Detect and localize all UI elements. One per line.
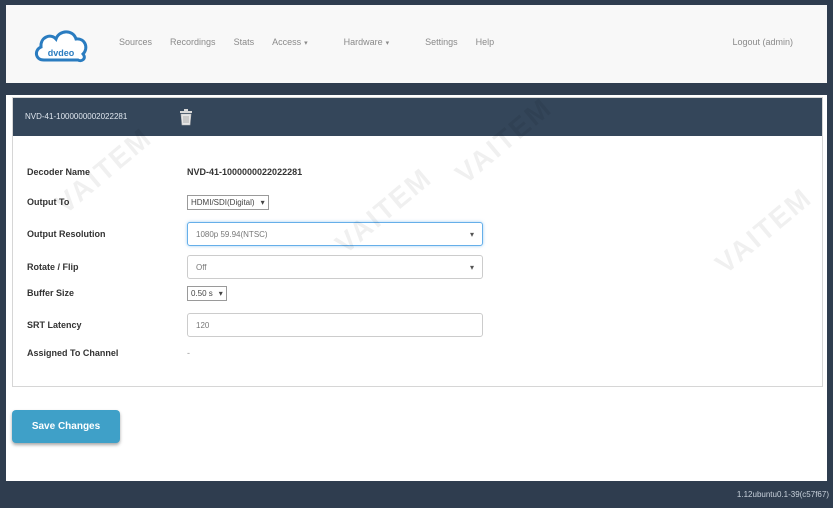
srt-latency-row: SRT Latency 120 <box>27 313 483 337</box>
nav-item-access-label: Access <box>272 37 302 47</box>
nav-item-hardware[interactable]: Hardware ▾ <box>344 37 408 47</box>
rotate-flip-select[interactable]: Off ▾ <box>187 255 483 279</box>
nav-item-access[interactable]: Access ▾ <box>272 37 326 47</box>
output-to-row: Output To HDMI/SDI(Digital) ▾ <box>27 192 269 212</box>
assigned-channel-row: Assigned To Channel - <box>27 343 190 363</box>
srt-latency-input[interactable]: 120 <box>187 313 483 337</box>
output-to-label: Output To <box>27 197 70 207</box>
nav-item-recordings[interactable]: Recordings <box>170 37 216 47</box>
navbar-divider <box>6 83 827 95</box>
decoder-name-value: NVD-41-1000000022022281 <box>187 167 303 177</box>
buffer-size-label: Buffer Size <box>27 288 75 298</box>
decoder-panel: NVD-41-1000000002022281 Decoder Name NVD… <box>12 97 823 387</box>
nav-item-sources[interactable]: Sources <box>119 37 152 47</box>
buffer-size-row: Buffer Size 0.50 s ▾ <box>27 283 227 303</box>
save-changes-button[interactable]: Save Changes <box>12 410 120 443</box>
output-resolution-label: Output Resolution <box>27 229 106 239</box>
logout-link[interactable]: Logout (admin) <box>732 37 793 47</box>
buffer-size-select[interactable]: 0.50 s ▾ <box>187 285 227 301</box>
chevron-down-icon: ▾ <box>469 229 474 239</box>
app-window: dvdeo Sources Recordings Stats Access ▾ H… <box>6 5 827 481</box>
nav-menu: Sources Recordings Stats Access ▾ Hardwar… <box>119 37 512 47</box>
chevron-down-icon: ▾ <box>304 40 308 47</box>
chevron-down-icon: ▾ <box>218 288 223 298</box>
nav-item-stats[interactable]: Stats <box>234 37 255 47</box>
logo-text: dvdeo <box>48 48 75 58</box>
footer-bar: 1.12ubuntu0.1-39(c57f67) <box>0 481 833 508</box>
assigned-channel-value: - <box>187 348 190 358</box>
rotate-flip-label: Rotate / Flip <box>27 262 79 272</box>
assigned-channel-label: Assigned To Channel <box>27 348 119 358</box>
output-resolution-row: Output Resolution 1080p 59.94(NTSC) ▾ <box>27 221 483 247</box>
version-text: 1.12ubuntu0.1-39(c57f67) <box>736 490 829 499</box>
srt-latency-value: 120 <box>196 320 210 330</box>
cloud-logo-icon[interactable]: dvdeo <box>32 24 90 68</box>
output-resolution-value: 1080p 59.94(NTSC) <box>196 229 268 239</box>
decoder-name-row: Decoder Name NVD-41-1000000022022281 <box>27 162 302 182</box>
chevron-down-icon: ▾ <box>385 40 390 47</box>
srt-latency-label: SRT Latency <box>27 320 82 330</box>
decoder-name-label: Decoder Name <box>27 167 91 177</box>
rotate-flip-row: Rotate / Flip Off ▾ <box>27 255 483 279</box>
buffer-size-value: 0.50 s <box>191 288 213 298</box>
chevron-down-icon: ▾ <box>260 197 265 207</box>
trash-icon[interactable] <box>179 109 193 126</box>
output-to-value: HDMI/SDI(Digital) <box>191 197 255 207</box>
chevron-down-icon: ▾ <box>469 262 474 272</box>
rotate-flip-value: Off <box>196 262 207 272</box>
panel-header: NVD-41-1000000002022281 <box>13 98 822 136</box>
output-resolution-select[interactable]: 1080p 59.94(NTSC) ▾ <box>187 222 483 246</box>
output-to-select[interactable]: HDMI/SDI(Digital) ▾ <box>187 194 269 210</box>
nav-item-help[interactable]: Help <box>476 37 495 47</box>
top-navbar: dvdeo Sources Recordings Stats Access ▾ H… <box>6 5 827 84</box>
panel-title: NVD-41-1000000002022281 <box>25 112 128 121</box>
nav-item-hardware-label: Hardware <box>343 37 383 47</box>
nav-item-settings[interactable]: Settings <box>425 37 458 47</box>
